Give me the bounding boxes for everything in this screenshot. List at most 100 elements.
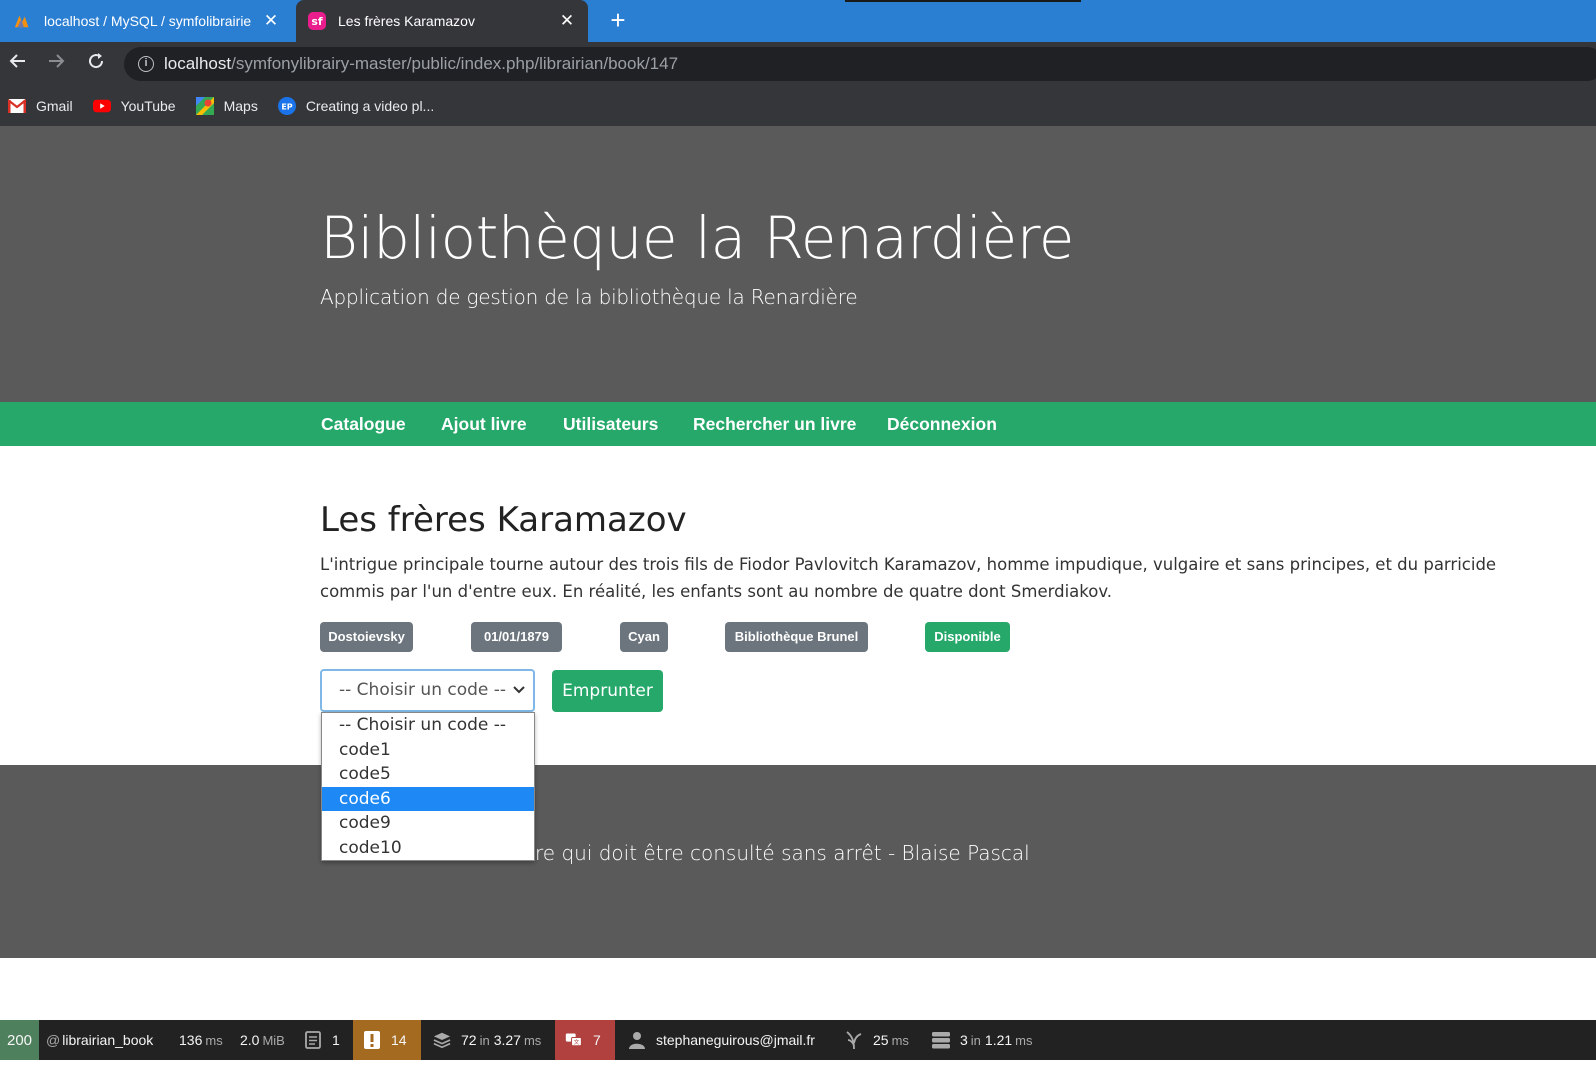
twig-icon [845,1031,863,1049]
maps-icon [195,97,214,115]
render-unit: ms [891,1032,909,1048]
url-path: /symfonylibrairy-master/public/index.php… [231,54,679,73]
dropdown-option-highlighted[interactable]: code6 [322,786,534,811]
gmail-icon [8,97,26,115]
site-subtitle: Application de gestion de la bibliothèqu… [320,285,858,309]
code-dropdown-list: -- Choisir un code -- code1 code5 code6 … [321,712,535,861]
at-icon: @ [46,1032,61,1048]
dropdown-option[interactable]: -- Choisir un code -- [322,713,534,738]
symfony-icon: sf [308,12,326,30]
date-badge: 01/01/1879 [471,622,562,652]
bookmark-label: Creating a video pl... [305,98,435,114]
browser-toolbar: i localhost/symfonylibrairy-master/publi… [0,42,1596,86]
time-block[interactable]: 136 ms [179,1020,223,1060]
close-tab-icon[interactable]: ✕ [258,11,284,31]
tab-active-book[interactable]: sf Les frères Karamazov ✕ [296,0,588,42]
cache-count: 3 [960,1032,968,1048]
security-block[interactable]: stephaneguirous@jmail.fr [628,1020,815,1060]
color-badge: Cyan [620,622,668,652]
queries-time: 3.27 [493,1032,521,1048]
tab-phpmyadmin[interactable]: localhost / MySQL / symfolibrairie ✕ [0,0,292,42]
library-badge: Bibliothèque Brunel [725,622,868,652]
code-select-value: -- Choisir un code -- [339,680,507,700]
bookmark-label: Gmail [36,98,73,114]
status-code-block[interactable]: 200 [0,1020,39,1060]
book-description: L'intrigue principale tourne autour des … [320,555,1497,601]
status-code: 200 [6,1031,33,1049]
site-footer: re qui doit être consulté sans arrêt - B… [0,765,1596,958]
bookmarks-bar: Gmail YouTube Maps EP Creating a video p… [0,86,1596,126]
youtube-icon [92,97,111,115]
form-icon [304,1031,322,1049]
user-email: stephaneguirous@jmail.fr [656,1032,815,1048]
window-drag-indicator [845,0,1081,2]
bookmark-creating-video[interactable]: EP Creating a video pl... [277,97,435,115]
nav-utilisateurs[interactable]: Utilisateurs [563,414,658,435]
footer-quote-text: re qui doit être consulté sans arrêt - B… [535,841,1030,865]
dropdown-option[interactable]: code9 [322,811,534,836]
forms-block[interactable]: 1 [304,1020,340,1060]
queries-in: in [479,1032,490,1048]
warning-icon [363,1031,381,1049]
emprunter-button[interactable]: Emprunter [552,670,663,712]
bookmark-youtube[interactable]: YouTube [92,97,176,115]
twig-block[interactable]: 25 ms [845,1020,909,1060]
browser-tabstrip: localhost / MySQL / symfolibrairie ✕ sf … [0,0,1596,42]
tab-title: localhost / MySQL / symfolibrairie [44,13,252,29]
render-time: 25 [873,1032,889,1048]
route-name: librairian_book [62,1032,154,1048]
url-host: localhost [164,54,232,73]
symfony-debug-toolbar: 200 @ librairian_book 136 ms 2.0 MiB 1 14 … [0,1020,1596,1060]
doctrine-block[interactable]: 72 in 3.27 ms [433,1020,541,1060]
route-block[interactable]: @ librairian_book [46,1020,153,1060]
translation-errors-count: 7 [593,1032,601,1048]
tab-title: Les frères Karamazov [338,13,475,29]
bookmark-maps[interactable]: Maps [195,97,258,115]
author-badge: Dostoievsky [320,622,413,652]
nav-catalogue[interactable]: Catalogue [321,414,406,435]
server-stack-icon [932,1031,950,1049]
bookmark-gmail[interactable]: Gmail [8,97,73,115]
chevron-down-icon [513,671,525,710]
status-badge: Disponible [925,622,1010,652]
logs-block[interactable]: 14 [353,1020,421,1060]
cache-unit: ms [1015,1032,1033,1048]
forward-arrow-icon[interactable] [42,50,70,78]
dropdown-option[interactable]: code5 [322,762,534,787]
database-layers-icon [433,1031,451,1049]
time-unit: ms [205,1032,223,1048]
phpmyadmin-icon [14,12,32,30]
time-value: 136 [179,1032,203,1048]
site-header: Bibliothèque la Renardière Application d… [0,126,1596,402]
cache-time: 1.21 [984,1032,1013,1048]
code-select[interactable]: -- Choisir un code -- [320,669,535,712]
dropdown-option[interactable]: code10 [322,836,534,861]
memory-value: 2.0 [240,1032,260,1048]
queries-unit: ms [523,1032,542,1048]
memory-block[interactable]: 2.0 MiB [240,1020,285,1060]
site-title: Bibliothèque la Renardière [320,204,1074,272]
svg-text:sf: sf [311,15,323,28]
bookmark-label: Maps [223,98,258,114]
user-icon [628,1031,646,1049]
translation-errors-block[interactable]: 文 7 [555,1020,615,1060]
cache-in: in [970,1032,981,1048]
new-tab-plus-icon[interactable]: + [604,6,632,34]
close-tab-icon[interactable]: ✕ [554,11,580,31]
reload-icon[interactable] [82,50,110,78]
site-info-icon[interactable]: i [138,56,154,72]
queries-count: 72 [461,1032,477,1048]
translation-icon: 文 [565,1031,583,1049]
forms-count: 1 [332,1032,340,1048]
nav-ajout-livre[interactable]: Ajout livre [441,414,527,435]
address-bar[interactable]: i localhost/symfonylibrairy-master/publi… [124,47,1596,81]
nav-deconnexion[interactable]: Déconnexion [887,414,997,435]
svg-text:EP: EP [281,103,292,112]
back-arrow-icon[interactable] [4,50,32,78]
nav-rechercher-livre[interactable]: Rechercher un livre [693,414,856,435]
ep-icon: EP [277,97,296,115]
main-navigation: Catalogue Ajout livre Utilisateurs Reche… [0,402,1596,446]
svg-text:文: 文 [574,1038,580,1046]
dropdown-option[interactable]: code1 [322,738,534,763]
cache-block[interactable]: 3 in 1.21 ms [932,1020,1033,1060]
